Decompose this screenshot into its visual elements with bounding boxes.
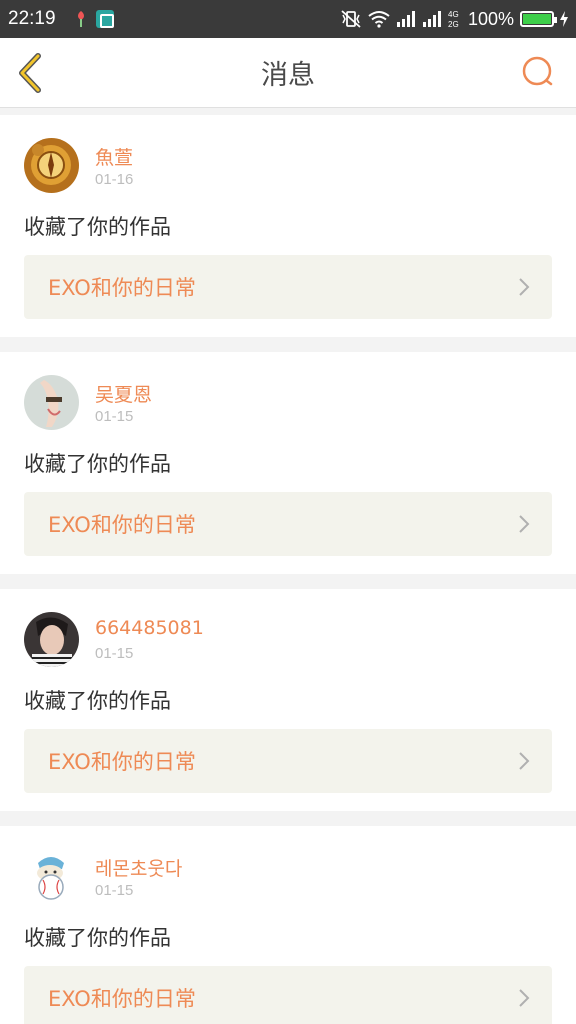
status-time: 22:19 bbox=[8, 8, 56, 29]
message-card: 吴夏恩 01-15 收藏了你的作品 EXO和你的日常 bbox=[0, 352, 576, 574]
message-list: 魚萱 01-16 收藏了你的作品 EXO和你的日常 吴夏恩 01-15 收藏了你… bbox=[0, 115, 576, 1024]
message-date: 01-15 bbox=[95, 882, 134, 899]
message-card: 레몬초웃다 01-15 收藏了你的作品 EXO和你的日常 bbox=[0, 826, 576, 1024]
username[interactable]: 664485081 bbox=[95, 617, 204, 639]
work-link[interactable]: EXO和你的日常 bbox=[24, 492, 552, 556]
work-title: EXO和你的日常 bbox=[48, 750, 196, 774]
chevron-right-icon bbox=[519, 278, 530, 296]
search-icon bbox=[522, 56, 553, 86]
message-action: 收藏了你的作品 bbox=[24, 452, 171, 476]
work-title: EXO和你的日常 bbox=[48, 276, 196, 300]
message-card: 664485081 01-15 收藏了你的作品 EXO和你的日常 bbox=[0, 589, 576, 811]
avatar[interactable] bbox=[24, 849, 79, 904]
screenshot-app-icon bbox=[95, 10, 114, 28]
chevron-right-icon bbox=[519, 752, 530, 770]
username[interactable]: 레몬초웃다 bbox=[95, 854, 182, 881]
vibrate-mute-icon bbox=[341, 10, 361, 28]
message-date: 01-15 bbox=[95, 645, 134, 662]
battery-icon bbox=[520, 11, 557, 27]
avatar[interactable] bbox=[24, 138, 79, 193]
svg-text:2G: 2G bbox=[448, 20, 459, 29]
page-title: 消息 bbox=[261, 60, 315, 91]
svg-text:4G: 4G bbox=[448, 10, 459, 19]
signal-2-icon bbox=[422, 11, 441, 27]
message-date: 01-16 bbox=[95, 171, 134, 188]
message-action: 收藏了你的作品 bbox=[24, 215, 171, 239]
network-type-icon: 4G 2G bbox=[448, 10, 459, 29]
search-button[interactable] bbox=[520, 54, 556, 90]
username[interactable]: 魚萱 bbox=[95, 143, 133, 170]
work-link[interactable]: EXO和你的日常 bbox=[24, 255, 552, 319]
chevron-left-icon bbox=[19, 53, 41, 93]
work-title: EXO和你的日常 bbox=[48, 513, 196, 537]
top-nav-bar: 消息 bbox=[0, 38, 576, 108]
chevron-right-icon bbox=[519, 515, 530, 533]
message-date: 01-15 bbox=[95, 408, 134, 425]
charging-icon bbox=[560, 11, 568, 27]
battery-percent: 100% bbox=[467, 8, 514, 29]
work-link[interactable]: EXO和你的日常 bbox=[24, 729, 552, 793]
chevron-right-icon bbox=[519, 989, 530, 1007]
wifi-icon bbox=[368, 11, 390, 28]
message-card: 魚萱 01-16 收藏了你的作品 EXO和你的日常 bbox=[0, 115, 576, 337]
username[interactable]: 吴夏恩 bbox=[95, 380, 152, 407]
message-action: 收藏了你的作品 bbox=[24, 926, 171, 950]
message-action: 收藏了你的作品 bbox=[24, 689, 171, 713]
signal-icon bbox=[396, 11, 415, 27]
notification-flower-icon bbox=[77, 11, 84, 27]
work-title: EXO和你的日常 bbox=[48, 987, 196, 1011]
avatar[interactable] bbox=[24, 375, 79, 430]
status-bar: 22:19 4G 2G 100% bbox=[0, 0, 576, 38]
back-button[interactable] bbox=[12, 52, 52, 94]
avatar[interactable] bbox=[24, 612, 79, 667]
work-link[interactable]: EXO和你的日常 bbox=[24, 966, 552, 1024]
